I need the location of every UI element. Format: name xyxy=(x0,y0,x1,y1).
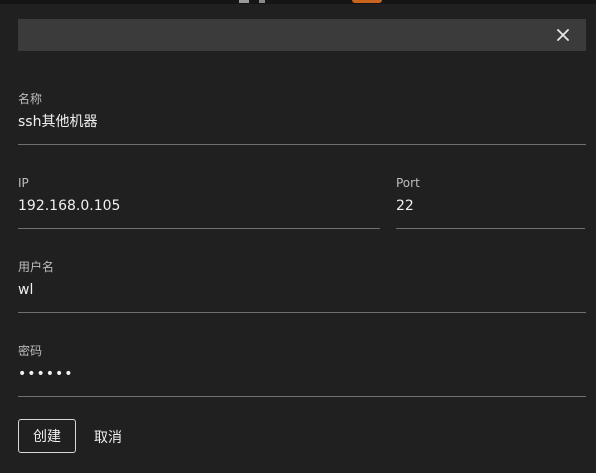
port-label: Port xyxy=(396,176,420,190)
name-label: 名称 xyxy=(18,92,43,106)
ip-input[interactable] xyxy=(18,194,380,218)
port-field: Port xyxy=(396,176,585,229)
close-button[interactable] xyxy=(552,24,574,46)
name-input[interactable] xyxy=(18,110,586,134)
toolbar-fragment xyxy=(259,0,265,3)
toolbar-fragment xyxy=(239,0,249,3)
dialog-header xyxy=(18,19,586,51)
password-input[interactable] xyxy=(18,362,586,386)
password-label: 密码 xyxy=(18,344,43,358)
port-input[interactable] xyxy=(396,194,585,218)
username-label: 用户名 xyxy=(18,260,55,274)
toolbar-accent-fragment xyxy=(352,0,382,3)
username-field: 用户名 xyxy=(18,260,586,313)
create-connection-dialog: 名称 IP Port 用户名 密码 创建 取消 xyxy=(0,4,596,473)
username-input[interactable] xyxy=(18,278,586,302)
name-field: 名称 xyxy=(18,92,586,145)
cancel-button[interactable]: 取消 xyxy=(88,419,128,455)
password-field: 密码 xyxy=(18,344,586,397)
create-button[interactable]: 创建 xyxy=(18,419,76,453)
close-icon xyxy=(557,29,569,41)
ip-label: IP xyxy=(18,176,29,190)
ip-field: IP xyxy=(18,176,380,229)
